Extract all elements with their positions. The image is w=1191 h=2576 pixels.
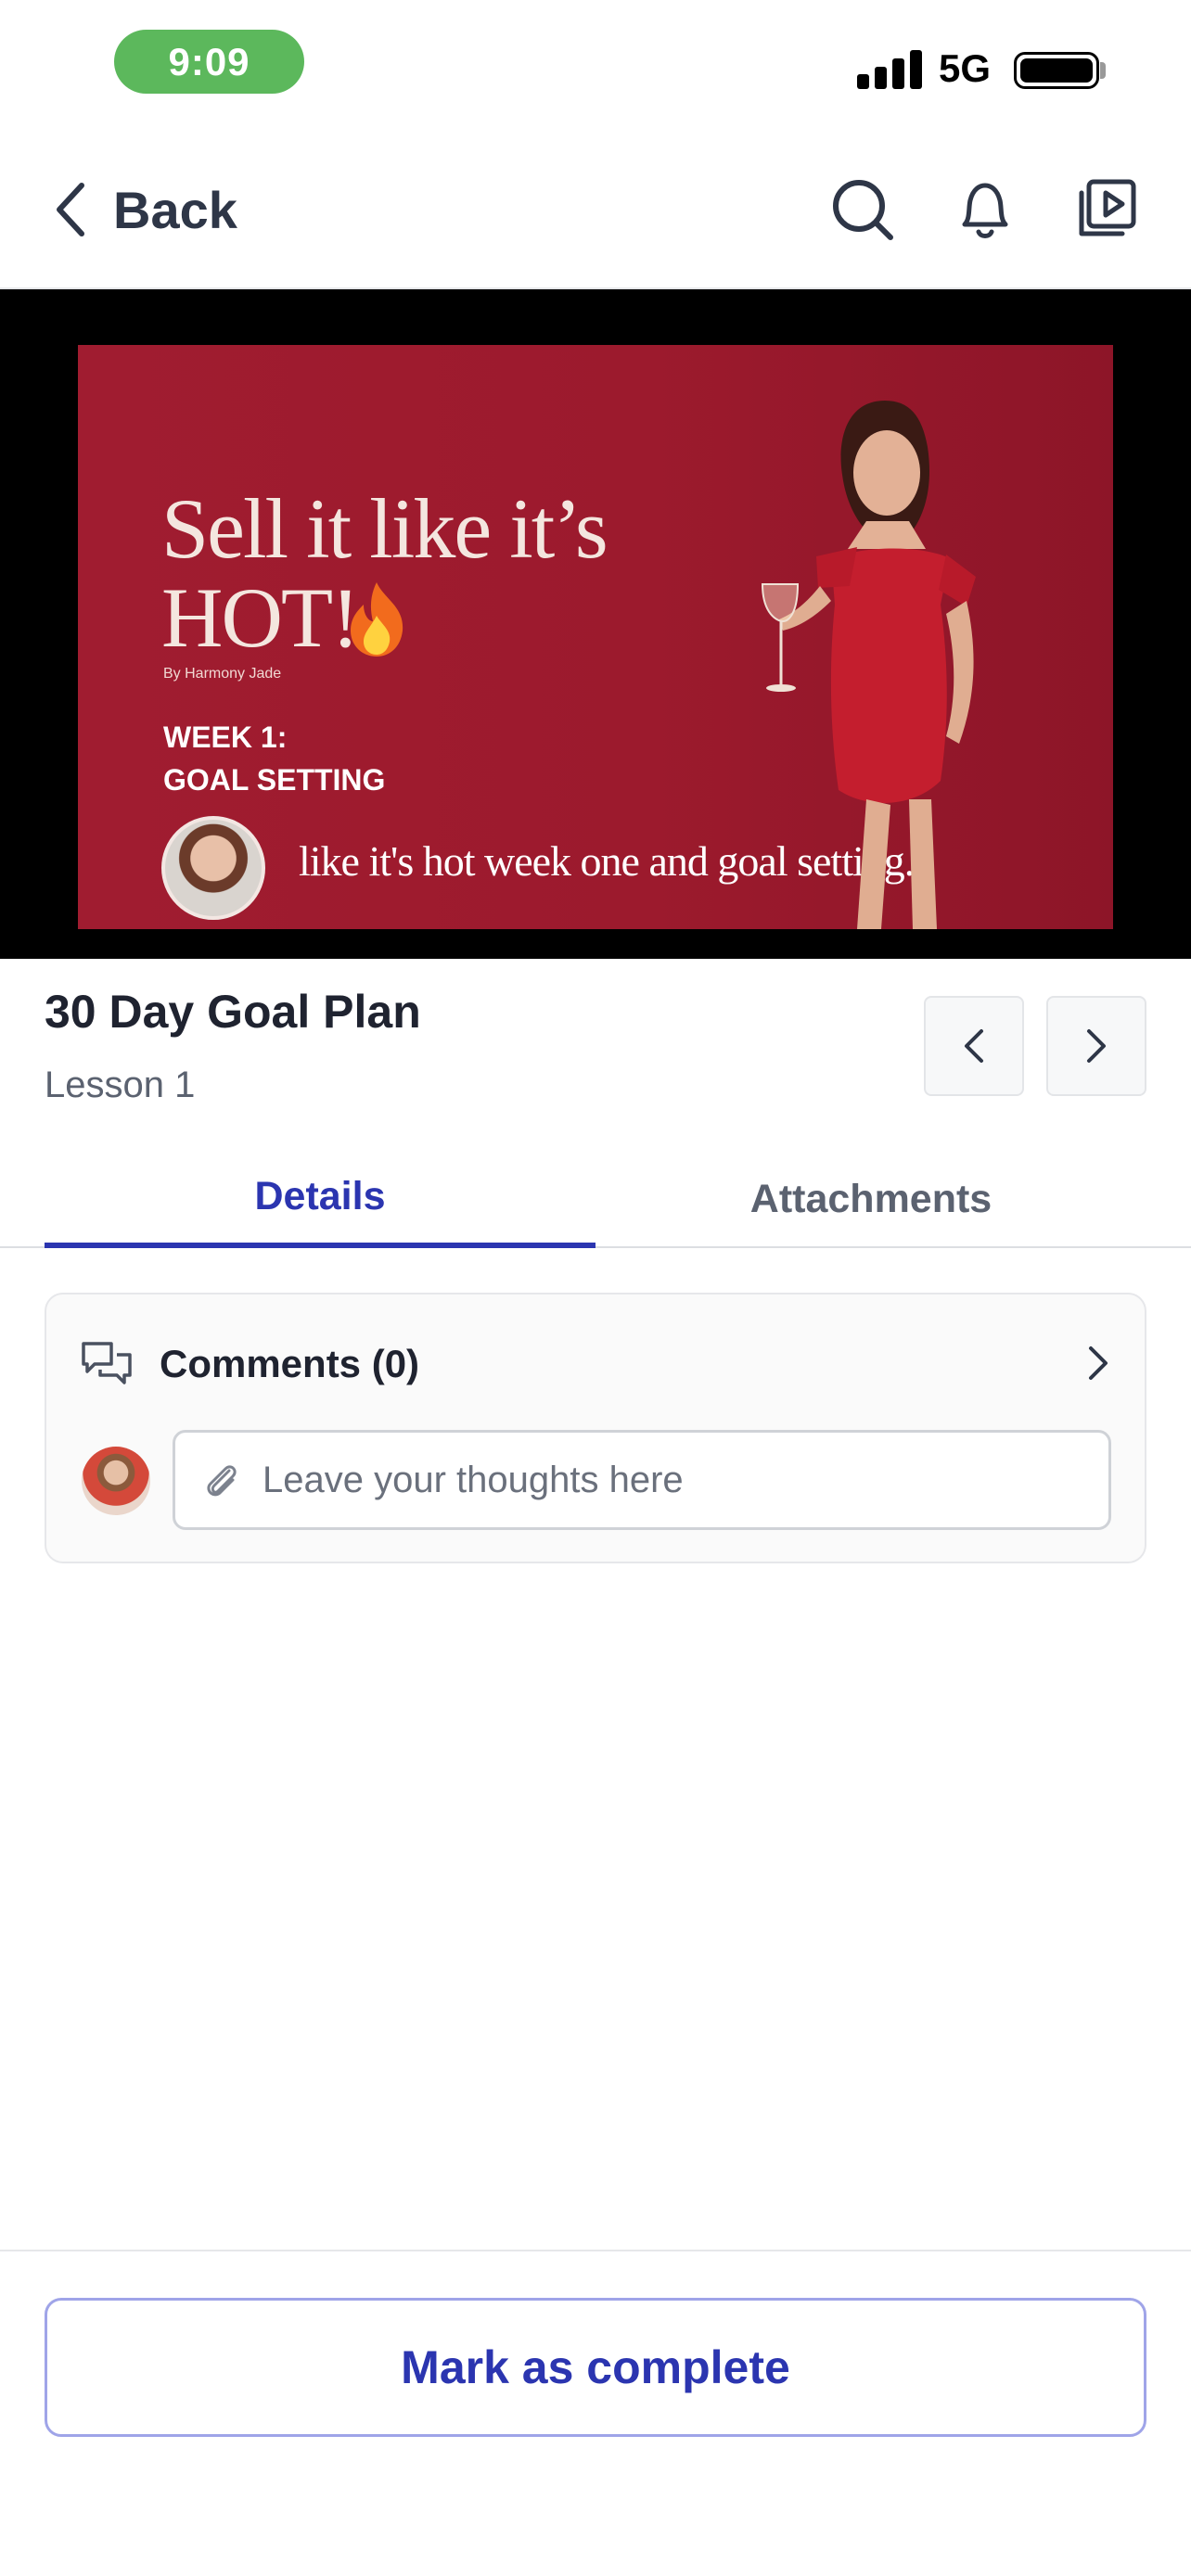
paperclip-icon[interactable] <box>201 1460 242 1500</box>
presenter-thumbnail <box>161 816 265 920</box>
lesson-subtitle: Lesson 1 <box>45 1065 196 1105</box>
comments-card: Comments (0) Leave your thoughts here <box>45 1293 1146 1563</box>
back-label: Back <box>113 180 237 239</box>
comment-input[interactable]: Leave your thoughts here <box>173 1430 1111 1530</box>
status-time: 9:09 <box>114 30 304 94</box>
chevron-right-icon <box>1089 1346 1108 1380</box>
chevron-left-icon <box>57 183 84 236</box>
slide-byline: By Harmony Jade <box>163 666 282 682</box>
chevron-left-icon <box>965 1029 983 1063</box>
comments-label: Comments (0) <box>160 1342 420 1385</box>
nav-bar: Back <box>0 130 1191 289</box>
mark-complete-button[interactable]: Mark as complete <box>45 2298 1146 2437</box>
slide-week-line2: GOAL SETTING <box>163 763 386 797</box>
back-button[interactable]: Back <box>54 174 237 245</box>
network-type: 5G <box>939 46 992 90</box>
slide-title-line1: Sell it like it’s <box>161 481 608 576</box>
bell-icon[interactable] <box>952 176 1018 243</box>
battery-icon <box>1014 52 1099 89</box>
presenter-figure <box>761 401 976 929</box>
video-player[interactable]: Sell it like it’s HOT! By Harmony Jade W… <box>0 289 1191 959</box>
lesson-tabs: Details Attachments <box>0 1150 1191 1248</box>
previous-lesson-button[interactable] <box>924 996 1024 1096</box>
slide-week: WEEK 1: GOAL SETTING <box>163 716 385 801</box>
search-icon[interactable] <box>829 176 896 243</box>
flame-icon <box>351 582 403 657</box>
slide-title: Sell it like it’s HOT! <box>161 481 608 665</box>
next-lesson-button[interactable] <box>1046 996 1146 1096</box>
comments-header[interactable]: Comments (0) <box>80 1332 1115 1396</box>
slide-week-line1: WEEK 1: <box>163 721 288 754</box>
avatar <box>82 1447 150 1515</box>
tab-attachments[interactable]: Attachments <box>596 1150 1146 1248</box>
video-library-icon[interactable] <box>1074 176 1141 243</box>
battery-tip <box>1100 62 1106 79</box>
lesson-title: 30 Day Goal Plan <box>45 986 421 1038</box>
video-frame: Sell it like it’s HOT! By Harmony Jade W… <box>78 345 1113 929</box>
status-bar: 9:09 5G <box>0 0 1191 130</box>
comment-placeholder: Leave your thoughts here <box>263 1459 684 1500</box>
signal-icon <box>857 48 922 89</box>
chevron-right-icon <box>1087 1029 1106 1063</box>
bottom-bar: Mark as complete <box>0 2250 1191 2576</box>
tab-details[interactable]: Details <box>45 1150 596 1248</box>
slide-title-line2: HOT! <box>161 570 360 665</box>
comments-icon <box>82 1342 132 1384</box>
